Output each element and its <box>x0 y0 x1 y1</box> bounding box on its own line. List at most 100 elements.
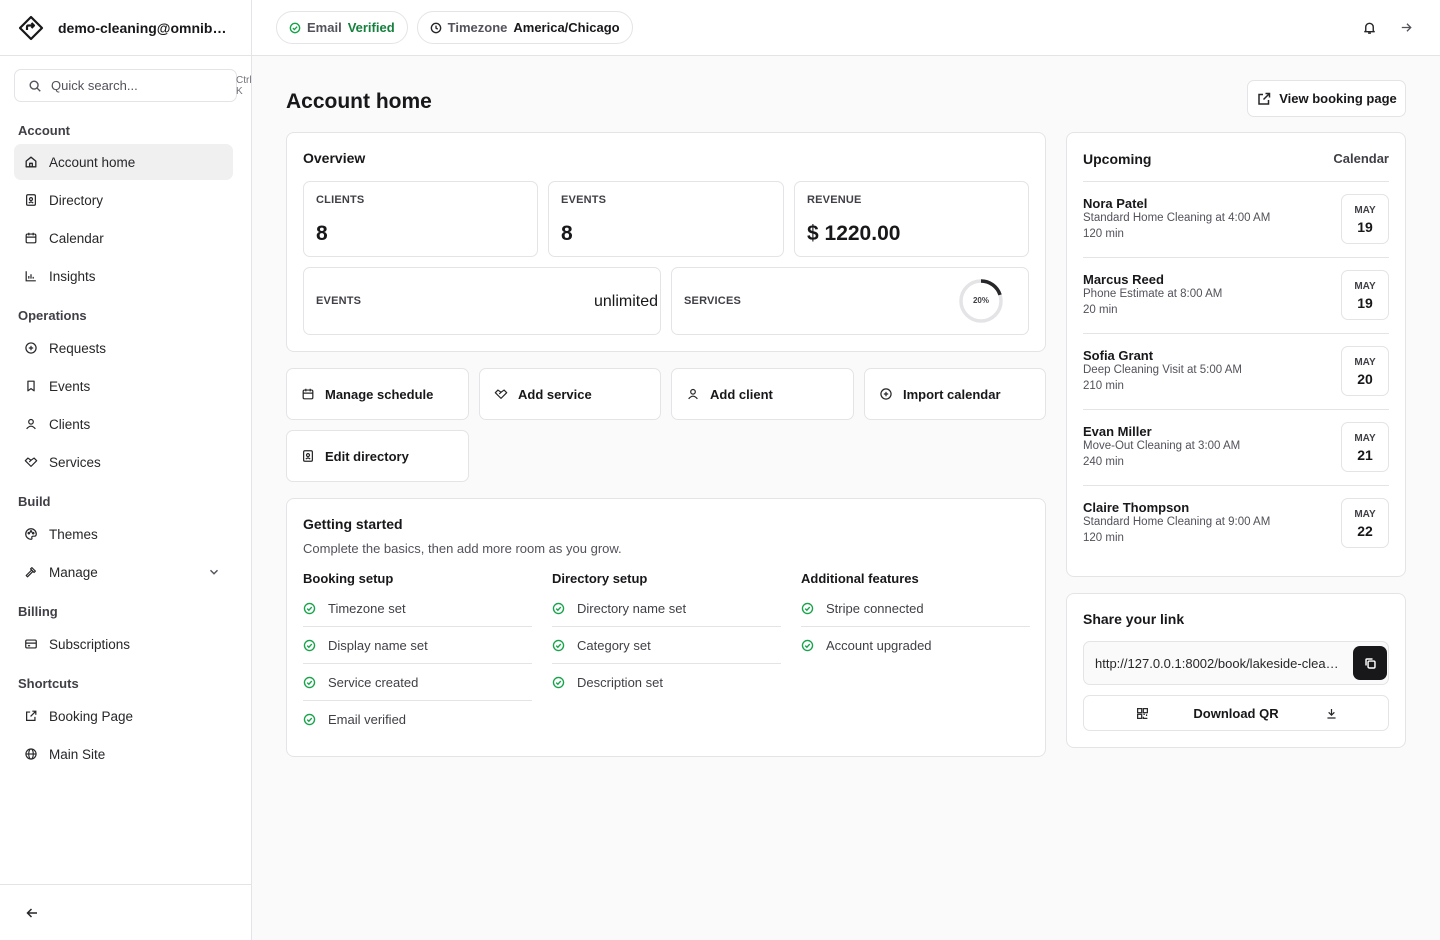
date-month: MAY <box>1354 433 1376 444</box>
logo-icon <box>18 15 44 41</box>
share-link-card: Share your link http://127.0.0.1:8002/bo… <box>1066 593 1406 748</box>
duration: 120 min <box>1083 228 1124 240</box>
bell-icon[interactable] <box>1362 20 1377 35</box>
duration: 240 min <box>1083 456 1124 468</box>
sidebar-item-booking-page[interactable]: Booking Page <box>14 698 233 734</box>
upcoming-item[interactable]: Claire Thompson Standard Home Cleaning a… <box>1083 486 1389 562</box>
checklist-item: Description set <box>552 664 781 701</box>
section-operations: Operations <box>18 308 87 323</box>
revenue-label: REVENUE <box>807 194 862 206</box>
checklist-item: Email verified <box>303 701 532 738</box>
check-circle-icon <box>289 22 301 34</box>
plus-circle-icon <box>879 387 893 401</box>
revenue-value: $ 1220.00 <box>807 222 901 245</box>
arrow-left-icon <box>24 905 40 921</box>
sidebar-item-account-home[interactable]: Account home <box>14 144 233 180</box>
sidebar-item-label: Requests <box>49 340 107 356</box>
timezone-chip[interactable]: Timezone America/Chicago <box>416 11 633 44</box>
events-value: 8 <box>561 222 573 245</box>
date-month: MAY <box>1354 357 1376 368</box>
email-status-chip[interactable]: Email Verified <box>276 11 408 44</box>
add-client-button[interactable]: Add client <box>671 368 854 420</box>
globe-icon <box>24 747 38 761</box>
view-booking-page-button[interactable]: View booking page <box>1247 80 1406 117</box>
date-day: 19 <box>1357 219 1373 235</box>
search-shortcut: Ctrl K <box>236 74 252 97</box>
service-time: Standard Home Cleaning at 4:00 AM <box>1083 212 1271 224</box>
date-day: 21 <box>1357 447 1373 463</box>
date-month: MAY <box>1354 509 1376 520</box>
share-url-field[interactable]: http://127.0.0.1:8002/book/lakeside-clea… <box>1083 641 1389 685</box>
external-link-icon <box>24 709 38 723</box>
sidebar-item-label: Services <box>49 454 101 470</box>
directory-setup-column: Directory setup Directory name set Categ… <box>552 571 781 701</box>
email-label: Email <box>307 20 342 35</box>
calendar-icon <box>301 387 315 401</box>
add-service-button[interactable]: Add service <box>479 368 661 420</box>
services-stat: SERVICES 20% <box>671 267 1029 335</box>
date-day: 22 <box>1357 523 1373 539</box>
sidebar-item-subscriptions[interactable]: Subscriptions <box>14 626 233 662</box>
additional-features-column: Additional features Stripe connected Acc… <box>801 571 1030 664</box>
manage-schedule-label: Manage schedule <box>325 386 434 402</box>
column-title: Directory setup <box>552 571 648 586</box>
check-circle-icon <box>552 676 565 689</box>
sidebar-item-calendar[interactable]: Calendar <box>14 220 233 256</box>
sidebar-item-themes[interactable]: Themes <box>14 516 233 552</box>
clients-value: 8 <box>316 222 328 245</box>
checklist-label: Email verified <box>328 712 407 727</box>
sidebar-item-events[interactable]: Events <box>14 368 233 404</box>
add-client-label: Add client <box>710 386 773 402</box>
checklist-label: Directory name set <box>577 600 687 616</box>
palette-icon <box>24 527 38 541</box>
account-switcher[interactable]: demo-cleaning@omnibooking.com <box>0 0 251 56</box>
upcoming-item[interactable]: Sofia Grant Deep Cleaning Visit at 5:00 … <box>1083 334 1389 410</box>
download-qr-button[interactable]: Download QR <box>1083 695 1389 731</box>
services-progress-ring: 20% <box>958 278 1004 324</box>
service-time: Phone Estimate at 8:00 AM <box>1083 288 1223 300</box>
date-badge: MAY 21 <box>1341 422 1389 472</box>
arrow-right-icon[interactable] <box>1399 20 1414 35</box>
sidebar-item-label: Subscriptions <box>49 636 131 652</box>
search-icon <box>28 79 42 93</box>
service-time: Standard Home Cleaning at 9:00 AM <box>1083 516 1271 528</box>
upcoming-card: Upcoming Calendar Nora Patel Standard Ho… <box>1066 132 1406 577</box>
plus-circle-icon <box>24 341 38 355</box>
collapse-sidebar-button[interactable] <box>0 884 251 940</box>
client-name: Sofia Grant <box>1083 348 1154 363</box>
date-badge: MAY 20 <box>1341 346 1389 396</box>
handshake-icon <box>24 455 38 469</box>
client-name: Marcus Reed <box>1083 272 1164 287</box>
check-circle-icon <box>801 639 814 652</box>
sidebar: demo-cleaning@omnibooking.com Ctrl K Acc… <box>0 0 252 940</box>
services-progress-text: 20% <box>972 296 989 305</box>
manage-schedule-button[interactable]: Manage schedule <box>286 368 469 420</box>
copy-link-button[interactable] <box>1353 646 1387 680</box>
events-stat: EVENTS 8 <box>548 181 784 257</box>
upcoming-title: Upcoming <box>1083 151 1152 167</box>
upcoming-item[interactable]: Marcus Reed Phone Estimate at 8:00 AM 20… <box>1083 258 1389 334</box>
date-badge: MAY 19 <box>1341 194 1389 244</box>
sidebar-item-requests[interactable]: Requests <box>14 330 233 366</box>
sidebar-item-directory[interactable]: Directory <box>14 182 233 218</box>
calendar-link[interactable]: Calendar <box>1333 151 1389 167</box>
clock-icon <box>430 22 442 34</box>
sidebar-item-manage[interactable]: Manage <box>14 554 233 590</box>
search-input[interactable] <box>51 78 227 93</box>
sidebar-item-services[interactable]: Services <box>14 444 233 480</box>
sidebar-item-label: Main Site <box>49 746 106 762</box>
sidebar-item-label: Account home <box>49 154 136 170</box>
sidebar-item-insights[interactable]: Insights <box>14 258 233 294</box>
edit-directory-button[interactable]: Edit directory <box>286 430 469 482</box>
section-billing: Billing <box>18 604 58 619</box>
bookmark-icon <box>24 379 38 393</box>
upcoming-item[interactable]: Nora Patel Standard Home Cleaning at 4:0… <box>1083 182 1389 258</box>
sidebar-item-main-site[interactable]: Main Site <box>14 736 233 772</box>
share-url: http://127.0.0.1:8002/book/lakeside-clea… <box>1095 656 1345 671</box>
download-qr-label: Download QR <box>1193 705 1279 721</box>
import-calendar-button[interactable]: Import calendar <box>864 368 1046 420</box>
sidebar-item-clients[interactable]: Clients <box>14 406 233 442</box>
upcoming-item[interactable]: Evan Miller Move-Out Cleaning at 3:00 AM… <box>1083 410 1389 486</box>
checklist-label: Timezone set <box>328 600 406 616</box>
quick-search[interactable]: Ctrl K <box>14 69 252 102</box>
